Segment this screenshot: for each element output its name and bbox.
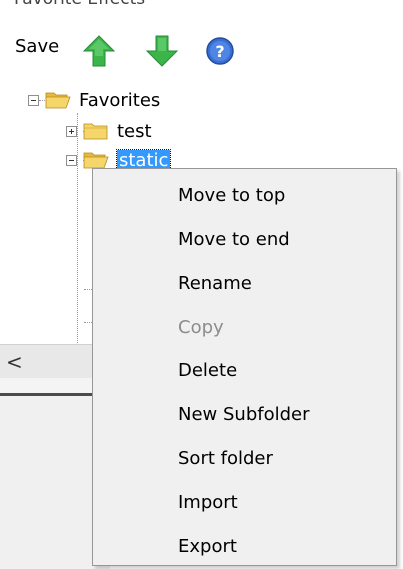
menu-item-new-subfolder[interactable]: New Subfolder [93, 394, 396, 434]
collapse-toggle-icon[interactable] [28, 94, 39, 106]
tree-node-label: test [117, 120, 152, 142]
move-down-icon[interactable] [145, 34, 179, 68]
folder-icon [83, 123, 108, 140]
help-icon[interactable]: ? [205, 36, 235, 66]
menu-item-export[interactable]: Export [93, 526, 396, 566]
menu-item-move-to-end[interactable]: Move to end [93, 219, 396, 259]
window-title: Favorite Effects [14, 0, 145, 9]
title-bar: Favorite Effects [0, 0, 403, 14]
menu-item-import[interactable]: Import [93, 482, 396, 522]
app-window: Favorite Effects Save ? [0, 0, 403, 569]
menu-item-copy: Copy [178, 316, 224, 338]
expand-toggle-icon[interactable] [66, 125, 77, 137]
move-up-icon[interactable] [82, 34, 116, 68]
open-folder-icon [45, 92, 71, 109]
toolbar: Save ? [0, 28, 403, 72]
save-button[interactable]: Save [15, 36, 59, 57]
tree-node-label: Favorites [79, 89, 161, 111]
context-menu: Move to top Move to end Rename Copy Dele… [92, 168, 397, 566]
open-folder-icon [83, 152, 109, 169]
tree-node-favorites[interactable]: Favorites [28, 87, 160, 113]
collapse-toggle-icon[interactable] [66, 154, 77, 166]
svg-text:?: ? [215, 42, 224, 61]
scroll-left-button[interactable]: < [6, 350, 23, 374]
tree-node-test[interactable]: test [66, 118, 152, 144]
menu-item-rename[interactable]: Rename [93, 263, 396, 303]
menu-item-delete[interactable]: Delete [93, 350, 396, 390]
menu-item-move-to-top[interactable]: Move to top [93, 175, 396, 215]
menu-item-sort-folder[interactable]: Sort folder [93, 438, 396, 478]
